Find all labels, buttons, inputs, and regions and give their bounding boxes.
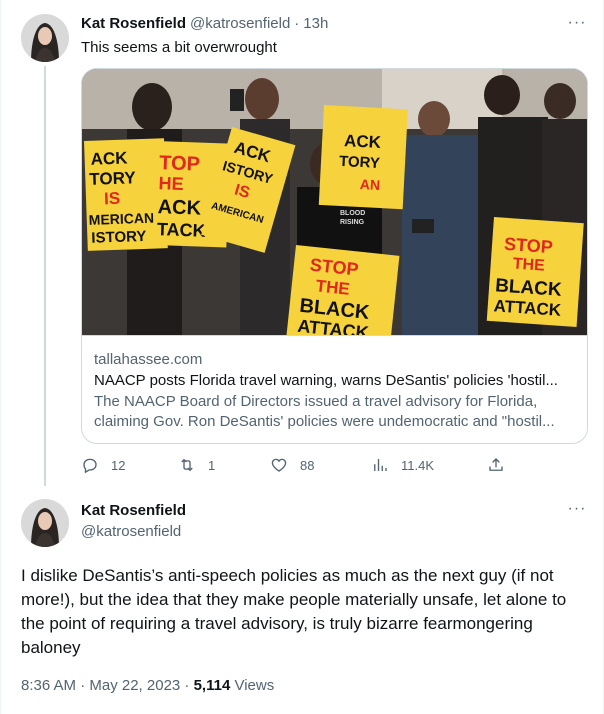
- tweet-text: I dislike DeSantis’s anti-speech policie…: [21, 566, 567, 657]
- photo-sign-text: HE: [158, 173, 184, 194]
- tweet-text: This seems a bit overwrought: [81, 39, 277, 56]
- photo-sign-text: THE: [512, 255, 545, 274]
- link-card[interactable]: ACK TORY IS MERICAN ISTORY TOP HE ACK TA…: [81, 68, 588, 444]
- heart-icon: [271, 458, 287, 472]
- photo-shirt-text: RISING: [340, 219, 365, 226]
- photo-sign-text: ACK: [90, 148, 128, 168]
- author-handle[interactable]: @katrosenfield: [190, 15, 290, 33]
- tweet-actions: 12 1 88 11.4K: [81, 455, 511, 475]
- photo-sign-text: IS: [104, 189, 121, 209]
- thread-line: [44, 66, 46, 486]
- views-count: 5,114: [193, 677, 231, 694]
- card-info[interactable]: tallahassee.com NAACP posts Florida trav…: [82, 335, 587, 443]
- retweet-button[interactable]: 1: [178, 455, 215, 475]
- tweet-header: Kat Rosenfield @katrosenfield · 13h: [81, 15, 328, 33]
- views-label: Views: [230, 677, 275, 694]
- author-name[interactable]: Kat Rosenfield: [81, 15, 186, 33]
- avatar[interactable]: [21, 499, 69, 547]
- reply-icon: [83, 458, 97, 474]
- author-name[interactable]: Kat Rosenfield: [81, 502, 186, 520]
- photo-shirt-text: BLOOD: [340, 210, 365, 217]
- card-photo: ACK TORY IS MERICAN ISTORY TOP HE ACK TA…: [82, 69, 587, 348]
- more-icon[interactable]: ···: [567, 501, 587, 522]
- photo-sign-text: STOP: [503, 234, 553, 257]
- card-title: NAACP posts Florida travel warning, warn…: [94, 372, 558, 389]
- like-button[interactable]: 88: [270, 455, 314, 475]
- tweet-timestamp[interactable]: 8:36 AM · May 22, 2023 ·: [21, 677, 194, 694]
- photo-sign-text: TACK: [157, 219, 206, 241]
- tweet-time[interactable]: 13h: [303, 15, 328, 33]
- photo-sign-text: AN: [359, 176, 380, 193]
- views-button[interactable]: 11.4K: [371, 455, 434, 475]
- timeline: Kat Rosenfield @katrosenfield · 13h ··· …: [0, 0, 604, 714]
- share-button[interactable]: [487, 455, 505, 475]
- photo-sign-text: ISTORY: [91, 228, 147, 247]
- tweet-meta: 8:36 AM · May 22, 2023 · 5,114 Views: [21, 676, 274, 696]
- reply-button[interactable]: 12: [81, 455, 125, 475]
- analytics-icon: [374, 459, 387, 471]
- card-domain: tallahassee.com: [94, 351, 203, 368]
- share-icon: [489, 458, 503, 471]
- photo-sign-text: ACK: [157, 196, 202, 220]
- photo-sign-text: THE: [315, 276, 351, 298]
- views-count: 11.4K: [401, 457, 435, 473]
- reply-count: 12: [111, 457, 126, 473]
- author-handle[interactable]: @katrosenfield: [81, 523, 181, 541]
- photo-sign-text: MERICAN: [88, 210, 154, 228]
- photo-sign-text: TOP: [159, 152, 201, 175]
- retweet-icon: [181, 458, 193, 472]
- photo-sign-text: TORY: [339, 153, 381, 172]
- more-icon[interactable]: ···: [567, 15, 587, 36]
- card-description: The NAACP Board of Directors issued a tr…: [94, 393, 555, 430]
- avatar[interactable]: [21, 14, 69, 62]
- photo-sign-text: TORY: [89, 168, 137, 189]
- photo-sign-text: ACK: [344, 131, 382, 152]
- like-count: 88: [300, 457, 315, 473]
- separator: ·: [294, 15, 300, 32]
- tweet[interactable]: Kat Rosenfield @katrosenfield · 13h ··· …: [1, 0, 604, 488]
- retweet-count: 1: [208, 457, 216, 473]
